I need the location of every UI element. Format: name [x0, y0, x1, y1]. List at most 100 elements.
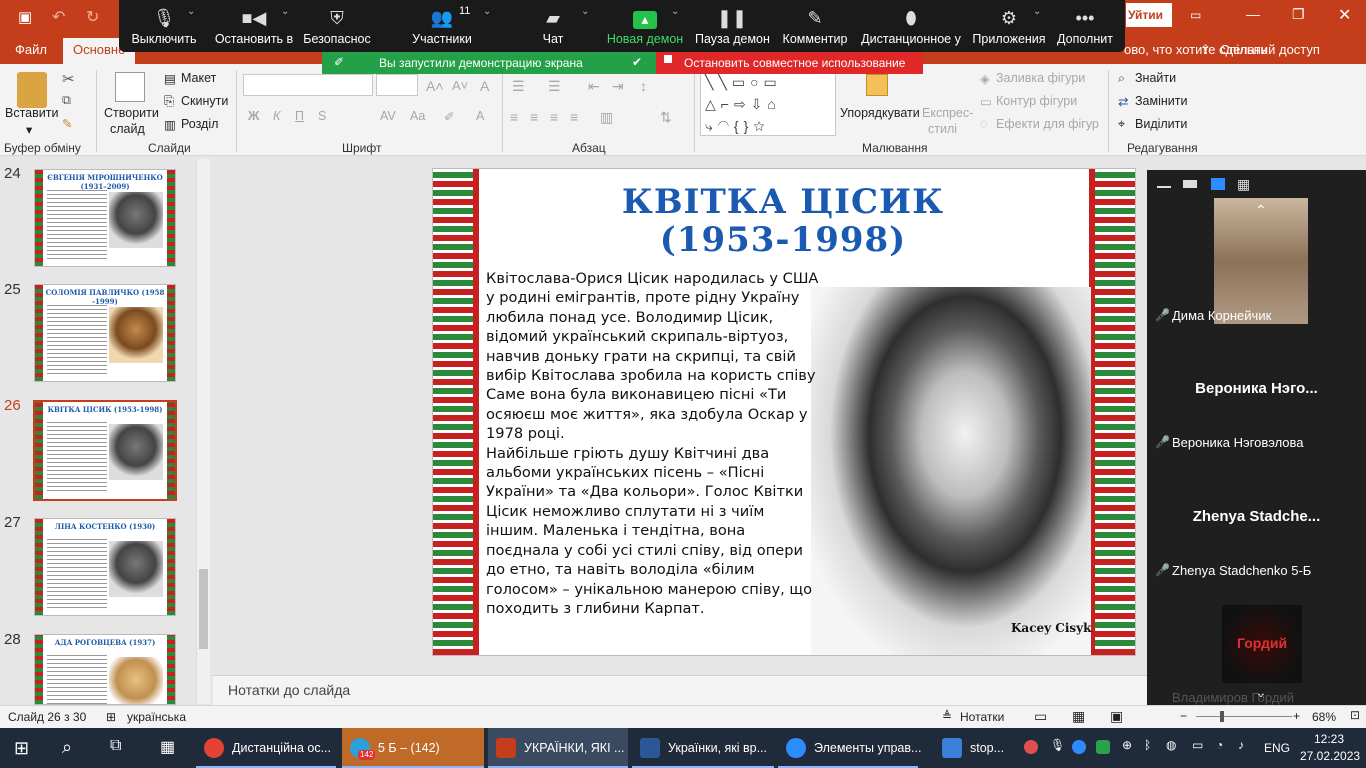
close-icon[interactable]: ✕	[1338, 5, 1351, 25]
find-button[interactable]: Знайти	[1135, 71, 1176, 85]
thumbnails-scrollbar[interactable]	[196, 159, 210, 704]
tray-app-icon[interactable]	[1024, 740, 1038, 754]
case-icon[interactable]: Aa	[410, 109, 425, 123]
language-indicator[interactable]: ENG	[1264, 741, 1290, 755]
security-button[interactable]: ⛨ Безопаснос	[301, 4, 373, 46]
notes-pane[interactable]: Нотатки до слайда	[213, 675, 1148, 705]
volume-icon[interactable]: ♪	[1238, 738, 1244, 752]
new-slide-icon[interactable]	[115, 72, 145, 102]
exit-button[interactable]: Уйтии	[1126, 3, 1172, 27]
remote-control-button[interactable]: ⬮ Дистанционное у	[861, 4, 961, 46]
pin-icon[interactable]: ✐	[334, 55, 344, 69]
clear-format-icon[interactable]: A	[480, 78, 489, 94]
calculator-icon[interactable]: ▦	[160, 737, 175, 757]
outdent-icon[interactable]: ⇥	[612, 78, 624, 95]
italic-button[interactable]: К	[273, 109, 280, 123]
reading-view-icon[interactable]: ▣	[1110, 708, 1123, 725]
format-painter-icon[interactable]: ✎	[62, 116, 72, 131]
shrink-font-icon[interactable]: A˅	[452, 78, 468, 93]
participant-avatar[interactable]: Гордий	[1222, 605, 1302, 683]
battery-icon[interactable]: ▭	[1192, 738, 1203, 752]
tray-mic-icon[interactable]: 🎙	[1050, 738, 1065, 752]
windows-start-icon[interactable]: ⊞	[14, 738, 29, 759]
justify-icon[interactable]: ≡	[570, 109, 578, 125]
speaker-view-icon[interactable]	[1211, 178, 1225, 190]
select-button[interactable]: Виділити	[1135, 117, 1187, 131]
bullets-icon[interactable]: ☰	[512, 78, 525, 95]
shape-outline-button[interactable]: Контур фігури	[996, 94, 1077, 108]
pause-share-button[interactable]: ❚❚ Пауза демон	[695, 4, 770, 46]
share-button[interactable]: Спільний доступ	[1220, 42, 1320, 57]
thumbnail-slide-25[interactable]: СОЛОМІЯ ПАВЛИЧКО (1958 -1999)	[34, 284, 176, 382]
normal-view-icon[interactable]: ▭	[1034, 708, 1047, 725]
taskbar-stop[interactable]: stop...	[934, 728, 1014, 768]
minimize-icon[interactable]: —	[1246, 6, 1260, 22]
tab-file[interactable]: Файл	[15, 42, 47, 57]
search-icon[interactable]: ⌕	[62, 737, 72, 758]
quick-styles-button[interactable]: Експрес-	[922, 106, 973, 120]
arrange-icon[interactable]	[866, 74, 888, 96]
section-button[interactable]: Розділ	[181, 117, 218, 131]
zoom-slider-thumb[interactable]	[1220, 711, 1224, 722]
tray-zoom-icon[interactable]	[1072, 740, 1086, 754]
undo-icon[interactable]: ↶	[52, 7, 65, 27]
copy-icon[interactable]: ⧉	[62, 93, 71, 108]
new-slide-button[interactable]: Створити	[104, 106, 159, 120]
fit-slide-icon[interactable]: ⊡	[1350, 708, 1360, 722]
chat-button[interactable]: ▰ Чат	[533, 4, 573, 46]
scroll-up-icon[interactable]: ⌃	[1255, 202, 1267, 219]
cut-icon[interactable]: ✂	[62, 70, 75, 88]
grow-font-icon[interactable]: A˄	[426, 78, 444, 94]
notes-button[interactable]: Нотатки	[960, 710, 1004, 724]
current-slide[interactable]: КВІТКА ЦІСИК (1953-1998) Kacey Cisyk Кві…	[432, 168, 1136, 656]
ribbon-options-icon[interactable]: ▭	[1190, 8, 1201, 22]
line-spacing-icon[interactable]: ↕	[640, 78, 647, 94]
tray-app3-icon[interactable]: ⊕	[1122, 738, 1132, 752]
indent-icon[interactable]: ⇤	[588, 78, 600, 95]
shadow-button[interactable]: S	[318, 109, 326, 123]
redo-icon[interactable]: ↻	[86, 7, 99, 27]
highlight-icon[interactable]: ✐	[444, 109, 454, 124]
zoom-level[interactable]: 68%	[1312, 710, 1336, 724]
zoom-in-icon[interactable]: +	[1293, 709, 1300, 723]
annotate-button[interactable]: ✎ Комментир	[781, 4, 849, 46]
more-button[interactable]: ••• Дополнит	[1055, 4, 1115, 46]
taskbar-zoom[interactable]: Элементы управ...	[778, 728, 921, 768]
restore-icon[interactable]: ❐	[1292, 6, 1305, 23]
thumbnail-slide-27[interactable]: ЛІНА КОСТЕНКО (1930)	[34, 518, 176, 616]
gallery-view-icon[interactable]: ▦	[1237, 176, 1250, 193]
align-left-icon[interactable]: ≡	[510, 109, 518, 125]
clock-time[interactable]: 12:23	[1314, 732, 1344, 746]
paste-icon[interactable]	[17, 72, 47, 108]
single-view-icon[interactable]	[1183, 180, 1197, 188]
clock-date[interactable]: 27.02.2023	[1300, 749, 1360, 763]
tray-app4-icon[interactable]: ◍	[1166, 738, 1176, 752]
replace-button[interactable]: Замінити	[1135, 94, 1187, 108]
task-view-icon[interactable]: ⧉	[110, 737, 121, 755]
portrait-photo[interactable]	[811, 287, 1091, 655]
reset-button[interactable]: Скинути	[181, 94, 228, 108]
align-right-icon[interactable]: ≡	[550, 109, 558, 125]
thumbnail-slide-24[interactable]: ЄВГЕНІЯ МІРОШНИЧЕНКО (1931–2009)	[34, 169, 176, 267]
arrange-button[interactable]: Упорядкувати	[840, 106, 920, 120]
zoom-out-icon[interactable]: −	[1180, 709, 1187, 723]
font-name-input[interactable]	[243, 74, 373, 96]
font-size-input[interactable]	[376, 74, 418, 96]
bluetooth-icon[interactable]: ᛒ	[1144, 738, 1151, 752]
spellcheck-icon[interactable]: ⊞	[106, 710, 116, 724]
underline-button[interactable]: П	[295, 109, 304, 123]
bold-button[interactable]: Ж	[248, 109, 259, 123]
taskbar-chrome[interactable]: Дистанційна ос...	[196, 728, 336, 768]
paste-button[interactable]: Вставити	[5, 106, 58, 120]
taskbar-telegram[interactable]: 5 Б – (142) 142	[342, 728, 484, 768]
zoom-slider[interactable]	[1196, 716, 1292, 717]
wifi-icon[interactable]: ◔	[1216, 738, 1223, 752]
stop-share-button[interactable]: Остановить совместное использование	[656, 52, 923, 74]
shape-effects-button[interactable]: Ефекти для фігур	[996, 117, 1099, 131]
spacing-icon[interactable]: AV	[380, 109, 396, 123]
numbering-icon[interactable]: ☰	[548, 78, 561, 95]
tray-app2-icon[interactable]	[1096, 740, 1110, 754]
text-direction-icon[interactable]: ⇅	[660, 109, 672, 126]
taskbar-powerpoint[interactable]: УКРАЇНКИ, ЯКІ ...	[488, 728, 628, 768]
shape-fill-button[interactable]: Заливка фігури	[996, 71, 1085, 85]
